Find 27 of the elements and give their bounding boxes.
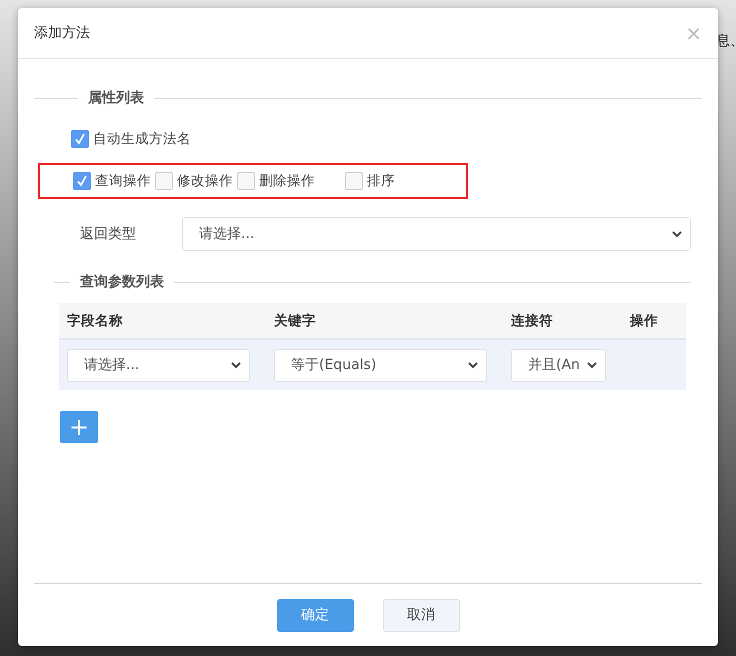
checkbox[interactable] bbox=[71, 130, 89, 148]
checkbox-label: 自动生成方法名 bbox=[93, 130, 191, 148]
chevron-icon bbox=[468, 362, 478, 368]
column-header: 操作 bbox=[630, 312, 658, 330]
select-field[interactable]: 等于(Equals) bbox=[274, 348, 487, 382]
checkbox-label: 删除操作 bbox=[259, 172, 315, 190]
section-legend: 属性列表 bbox=[78, 89, 154, 107]
field-label: 返回类型 bbox=[79, 225, 137, 243]
checkbox[interactable] bbox=[345, 172, 363, 190]
select-field[interactable]: 请选择... bbox=[182, 217, 691, 251]
column-header: 连接符 bbox=[511, 312, 553, 330]
checkbox-label: 修改操作 bbox=[177, 172, 233, 190]
checkbox[interactable] bbox=[73, 172, 91, 190]
chevron-icon bbox=[231, 362, 241, 368]
checkbox[interactable] bbox=[237, 172, 255, 190]
checkbox-label: 查询操作 bbox=[95, 172, 151, 190]
chevron-icon bbox=[587, 362, 597, 368]
column-header: 关键字 bbox=[274, 312, 316, 330]
checkbox-label: 排序 bbox=[367, 172, 395, 190]
chevron-icon bbox=[672, 230, 682, 238]
select-field[interactable]: 请选择... bbox=[67, 348, 250, 382]
section-legend: 查询参数列表 bbox=[70, 273, 174, 291]
cancel-button[interactable]: 取消 bbox=[382, 598, 460, 632]
column-header: 字段名称 bbox=[67, 312, 123, 330]
select-field[interactable]: 并且(An bbox=[511, 348, 606, 382]
checkbox[interactable] bbox=[155, 172, 173, 190]
dialog-title: 添加方法 bbox=[34, 24, 90, 42]
